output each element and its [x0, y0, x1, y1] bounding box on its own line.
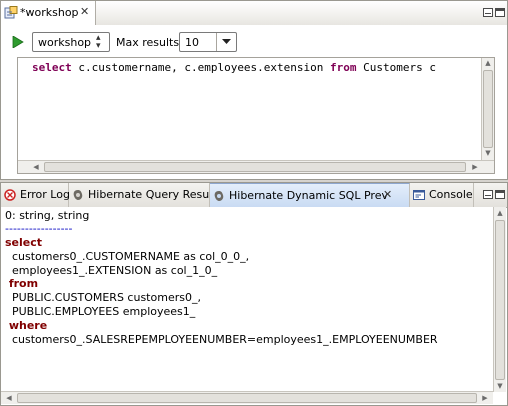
select-keyword: select	[32, 61, 72, 74]
sql-query-editor[interactable]: select c.customername, c.employees.exten…	[17, 57, 495, 174]
select-column-line: employees1_.EXTENSION as col_1_0_	[5, 264, 218, 277]
max-results-combo[interactable]: 10	[179, 32, 237, 52]
chevron-down-icon	[222, 39, 231, 44]
results-view: Error Log Hibernate Query Result Hiberna…	[0, 182, 508, 406]
query-toolbar: workshop ▴ ▾ Max results: 10	[1, 25, 507, 57]
hibernate-icon	[73, 190, 83, 200]
maximize-icon[interactable]	[495, 8, 505, 17]
max-results-label: Max results:	[116, 36, 183, 49]
result-types-line: 0: string, string	[5, 209, 90, 222]
separator-line: -----------------	[5, 222, 73, 235]
tab-label: Hibernate Dynamic SQL Prev	[229, 189, 388, 202]
query-text: select c.customername, c.employees.exten…	[32, 61, 436, 74]
scroll-down-icon[interactable]: ▼	[482, 148, 494, 159]
from-keyword: from	[330, 61, 357, 74]
tab-console[interactable]: Console	[410, 183, 474, 207]
select-column-line: customers0_.CUSTOMERNAME as col_0_0_,	[5, 250, 250, 263]
tab-label: Hibernate Query Result	[88, 188, 217, 201]
max-results-dropdown-button[interactable]	[216, 33, 237, 51]
scroll-left-icon[interactable]: ◀	[3, 393, 15, 404]
console-icon	[413, 190, 425, 200]
close-icon[interactable]: ✕	[80, 5, 89, 18]
scroll-right-icon[interactable]: ▶	[479, 393, 491, 404]
where-keyword: where	[5, 319, 48, 332]
hql-editor-icon	[4, 6, 18, 19]
tab-hibernate-query-result[interactable]: Hibernate Query Result	[69, 183, 217, 207]
tab-label: Error Log	[20, 188, 70, 201]
editor-tab-bar: *workshop ✕	[1, 1, 507, 26]
editor-tab-label: *workshop	[20, 6, 79, 19]
hibernate-icon	[214, 191, 224, 201]
run-icon[interactable]	[12, 36, 24, 48]
max-results-value: 10	[185, 36, 199, 49]
horizontal-scroll-thumb[interactable]	[17, 393, 477, 403]
from-keyword: from	[5, 277, 39, 290]
output-vertical-scrollbar[interactable]: ▲ ▼	[493, 207, 506, 392]
scroll-up-icon[interactable]: ▲	[482, 58, 494, 69]
minimize-icon[interactable]	[483, 190, 493, 199]
query-table: Customers c	[356, 61, 437, 74]
tab-label: Console	[429, 188, 473, 201]
where-condition-line: customers0_.SALESREPEMPLOYEENUMBER=emplo…	[5, 333, 438, 346]
editor-tab-workshop[interactable]: *workshop ✕	[1, 1, 96, 25]
sql-preview-output: 0: string, string ----------------- sele…	[1, 207, 493, 393]
editor-horizontal-scrollbar[interactable]: ◀ ▶	[18, 160, 494, 173]
minimize-icon[interactable]	[483, 8, 493, 17]
from-table-line: PUBLIC.CUSTOMERS customers0_,	[5, 291, 201, 304]
horizontal-scroll-thumb[interactable]	[44, 162, 466, 172]
output-horizontal-scrollbar[interactable]: ◀ ▶	[1, 391, 493, 404]
configuration-select[interactable]: workshop ▴ ▾	[32, 32, 110, 52]
editor-vertical-scrollbar[interactable]: ▲ ▼	[481, 58, 494, 160]
query-editor-view: *workshop ✕ workshop ▴ ▾ Max results: 10 …	[0, 0, 508, 180]
tab-error-log[interactable]: Error Log	[1, 183, 70, 207]
vertical-scroll-thumb[interactable]	[495, 220, 505, 380]
configuration-select-value: workshop	[38, 36, 92, 49]
maximize-icon[interactable]	[495, 190, 505, 199]
scroll-right-icon[interactable]: ▶	[469, 162, 481, 173]
scroll-left-icon[interactable]: ◀	[30, 162, 42, 173]
results-tab-bar: Error Log Hibernate Query Result Hiberna…	[1, 183, 507, 208]
scroll-up-icon[interactable]: ▲	[494, 208, 506, 219]
scroll-down-icon[interactable]: ▼	[494, 381, 506, 392]
from-table-line: PUBLIC.EMPLOYEES employees1_	[5, 305, 196, 318]
close-icon[interactable]: ✕	[383, 188, 392, 201]
query-columns: c.customername, c.employees.extension	[71, 61, 331, 74]
vertical-scroll-thumb[interactable]	[483, 70, 493, 148]
tab-hibernate-dynamic-sql-preview[interactable]: Hibernate Dynamic SQL Prev ✕	[210, 183, 410, 207]
error-log-icon	[4, 189, 16, 201]
select-keyword: select	[5, 236, 43, 249]
spinner-arrows-icon: ▴ ▾	[96, 33, 101, 51]
